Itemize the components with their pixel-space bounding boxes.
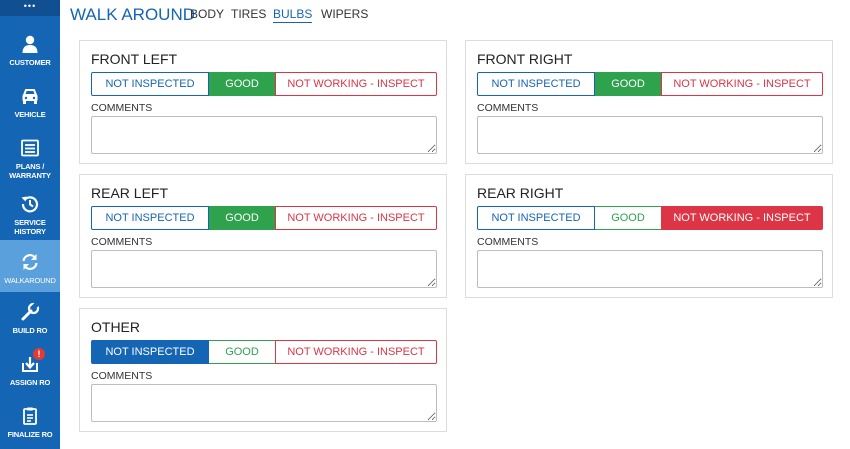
tab-wipers[interactable]: WIPERS <box>321 7 368 21</box>
sidebar-item-label: BUILD RO <box>12 326 48 335</box>
comments-label: COMMENTS <box>91 370 153 382</box>
car-icon <box>22 89 38 104</box>
panel-other: OTHER NOT INSPECTED GOOD NOT WORKING - I… <box>79 308 447 432</box>
panel-front-left: FRONT LEFT NOT INSPECTED GOOD NOT WORKIN… <box>79 40 447 164</box>
comments-label: COMMENTS <box>91 102 153 114</box>
status-button-group: NOT INSPECTED GOOD NOT WORKING - INSPECT <box>91 72 437 96</box>
sidebar-item-walkaround[interactable]: WALKAROUND <box>0 240 60 292</box>
status-button-group: NOT INSPECTED GOOD NOT WORKING - INSPECT <box>91 206 437 230</box>
main-area: WALK AROUND BODY TIRES BULBS WIPERS FRON… <box>60 0 850 449</box>
notification-badge: ! <box>33 348 45 360</box>
not-working-button[interactable]: NOT WORKING - INSPECT <box>661 72 823 96</box>
clipboard-icon <box>23 407 37 425</box>
sidebar-menu-dots[interactable]: ••• <box>0 0 60 16</box>
not-inspected-button[interactable]: NOT INSPECTED <box>477 206 595 230</box>
good-button[interactable]: GOOD <box>595 206 661 230</box>
panel-title: REAR LEFT <box>91 185 169 201</box>
bulbs-content: FRONT LEFT NOT INSPECTED GOOD NOT WORKIN… <box>60 30 850 449</box>
panel-front-right: FRONT RIGHT NOT INSPECTED GOOD NOT WORKI… <box>465 40 833 164</box>
good-button[interactable]: GOOD <box>209 340 275 364</box>
good-button[interactable]: GOOD <box>209 206 275 230</box>
user-icon <box>22 35 38 53</box>
panel-title: FRONT RIGHT <box>477 51 573 67</box>
comments-textarea[interactable] <box>91 116 437 154</box>
comments-textarea[interactable] <box>91 250 437 288</box>
not-inspected-button[interactable]: NOT INSPECTED <box>91 206 209 230</box>
sidebar-item-label: PLANS / WARRANTY <box>9 162 51 180</box>
panel-rear-left: REAR LEFT NOT INSPECTED GOOD NOT WORKING… <box>79 174 447 298</box>
good-button[interactable]: GOOD <box>209 72 275 96</box>
good-button[interactable]: GOOD <box>595 72 661 96</box>
tab-body[interactable]: BODY <box>190 7 224 21</box>
not-working-button[interactable]: NOT WORKING - INSPECT <box>275 340 437 364</box>
sidebar-item-finalize-ro[interactable]: FINALIZE RO <box>0 396 60 449</box>
sidebar-item-assign-ro[interactable]: ! ASSIGN RO <box>0 344 60 396</box>
sidebar-item-vehicle[interactable]: VEHICLE <box>0 76 60 128</box>
wrench-icon <box>21 302 40 321</box>
history-icon <box>21 196 39 213</box>
not-working-button[interactable]: NOT WORKING - INSPECT <box>661 206 823 230</box>
top-bar: WALK AROUND BODY TIRES BULBS WIPERS <box>60 0 850 30</box>
panel-title: FRONT LEFT <box>91 51 178 67</box>
sidebar-item-label: CUSTOMER <box>9 58 51 67</box>
panel-title: OTHER <box>91 319 140 335</box>
sidebar-item-label: ASSIGN RO <box>9 378 51 387</box>
not-inspected-button[interactable]: NOT INSPECTED <box>477 72 595 96</box>
tab-tires[interactable]: TIRES <box>231 7 266 21</box>
status-button-group: NOT INSPECTED GOOD NOT WORKING - INSPECT <box>477 206 823 230</box>
not-working-button[interactable]: NOT WORKING - INSPECT <box>275 206 437 230</box>
sidebar-item-build-ro[interactable]: BUILD RO <box>0 292 60 344</box>
comments-textarea[interactable] <box>477 250 823 288</box>
refresh-icon <box>22 254 38 270</box>
tab-bulbs[interactable]: BULBS <box>273 7 313 23</box>
comments-textarea[interactable] <box>91 384 437 422</box>
sidebar-item-service-history[interactable]: SERVICE HISTORY <box>0 184 60 240</box>
page-title: WALK AROUND <box>70 5 196 24</box>
sidebar-item-label: FINALIZE RO <box>7 430 53 439</box>
sidebar-item-label: WALKAROUND <box>4 276 56 285</box>
sidebar: ••• CUSTOMER VEHICLE PLANS / WARRANTY SE… <box>0 0 60 449</box>
not-inspected-button[interactable]: NOT INSPECTED <box>91 72 209 96</box>
comments-textarea[interactable] <box>477 116 823 154</box>
status-button-group: NOT INSPECTED GOOD NOT WORKING - INSPECT <box>477 72 823 96</box>
comments-label: COMMENTS <box>477 236 539 248</box>
panel-title: REAR RIGHT <box>477 185 564 201</box>
comments-label: COMMENTS <box>91 236 153 248</box>
status-button-group: NOT INSPECTED GOOD NOT WORKING - INSPECT <box>91 340 437 364</box>
panel-rear-right: REAR RIGHT NOT INSPECTED GOOD NOT WORKIN… <box>465 174 833 298</box>
list-icon <box>21 139 39 157</box>
not-inspected-button[interactable]: NOT INSPECTED <box>91 340 209 364</box>
comments-label: COMMENTS <box>477 102 539 114</box>
sidebar-item-label: VEHICLE <box>14 110 46 119</box>
not-working-button[interactable]: NOT WORKING - INSPECT <box>275 72 437 96</box>
sidebar-item-label: SERVICE HISTORY <box>14 218 46 236</box>
sidebar-item-customer[interactable]: CUSTOMER <box>0 24 60 76</box>
sidebar-item-plans-warranty[interactable]: PLANS / WARRANTY <box>0 128 60 184</box>
